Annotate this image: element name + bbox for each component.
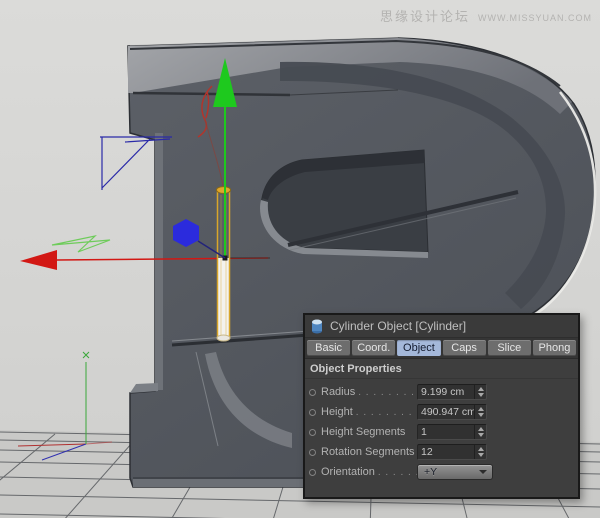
value-text: 9.199 cm — [418, 385, 474, 399]
keyframe-dot-icon[interactable] — [309, 389, 316, 396]
property-label: Radius — [321, 386, 355, 398]
dropdown-value: +Y — [418, 466, 443, 478]
watermark-url: WWW.MISSYUAN.COM — [478, 13, 592, 23]
panel-tabs: BasicCoord.ObjectCapsSlicePhong — [305, 338, 578, 359]
stepper-up-icon[interactable] — [478, 387, 484, 391]
value-text: 12 — [418, 445, 474, 459]
keyframe-dot-icon[interactable] — [309, 429, 316, 436]
tab-phong[interactable]: Phong — [533, 340, 576, 356]
stepper-up-icon[interactable] — [478, 407, 484, 411]
cylinder-body-upper[interactable] — [217, 190, 230, 258]
stepper-up-icon[interactable] — [478, 447, 484, 451]
cylinder-object[interactable] — [217, 187, 231, 341]
cylinder-icon — [311, 319, 323, 334]
watermark: 思缘设计论坛 WWW.MISSYUAN.COM — [380, 6, 592, 25]
rotation-segments-field[interactable]: 12 — [417, 444, 487, 460]
cylinder-body-lower[interactable] — [217, 258, 230, 338]
tab-slice[interactable]: Slice — [488, 340, 531, 356]
property-label: Orientation — [321, 466, 375, 478]
dot-leader: . . . . . . . . . . — [356, 407, 421, 418]
dot-leader: . . . . . . — [378, 467, 420, 478]
property-row: Rotation Segments 12 — [305, 442, 578, 462]
property-label: Height — [321, 406, 353, 418]
property-row: Height. . . . . . . . . . 490.947 cm — [305, 402, 578, 422]
property-rows: Radius. . . . . . . . . . 9.199 cm Heigh… — [305, 379, 578, 482]
chevron-down-icon[interactable] — [479, 470, 487, 474]
panel-title: Cylinder Object [Cylinder] — [330, 319, 466, 333]
stepper-arrows-icon[interactable] — [474, 405, 486, 419]
height-field[interactable]: 490.947 cm — [417, 404, 487, 420]
section-header: Object Properties — [305, 359, 578, 379]
keyframe-dot-icon[interactable] — [309, 469, 316, 476]
stepper-down-icon[interactable] — [478, 433, 484, 437]
property-row: Height Segments 1 — [305, 422, 578, 442]
stepper-up-icon[interactable] — [478, 427, 484, 431]
stepper-down-icon[interactable] — [478, 413, 484, 417]
tab-coord[interactable]: Coord. — [352, 340, 395, 356]
tab-object[interactable]: Object — [397, 340, 440, 356]
keyframe-dot-icon[interactable] — [309, 409, 316, 416]
tab-caps[interactable]: Caps — [443, 340, 486, 356]
value-text: 1 — [418, 425, 474, 439]
watermark-chinese: 思缘设计论坛 — [380, 6, 470, 25]
cylinder-top-cap[interactable] — [217, 187, 231, 194]
dot-leader: . . . . . . . . . . — [358, 387, 421, 398]
radius-field[interactable]: 9.199 cm — [417, 384, 487, 400]
property-row: Orientation. . . . . . +Y — [305, 462, 578, 482]
value-text: 490.947 cm — [418, 405, 474, 419]
orientation-dropdown[interactable]: +Y — [417, 464, 493, 480]
panel-titlebar[interactable]: Cylinder Object [Cylinder] — [305, 315, 578, 338]
cylinder-bottom-cap — [217, 335, 230, 341]
height-segments-field[interactable]: 1 — [417, 424, 487, 440]
stepper-arrows-icon[interactable] — [474, 445, 486, 459]
tab-basic[interactable]: Basic — [307, 340, 350, 356]
stepper-arrows-icon[interactable] — [474, 385, 486, 399]
stem-side-strip — [155, 133, 163, 390]
keyframe-dot-icon[interactable] — [309, 449, 316, 456]
property-row: Radius. . . . . . . . . . 9.199 cm — [305, 382, 578, 402]
property-label: Rotation Segments — [321, 446, 415, 458]
stepper-down-icon[interactable] — [478, 453, 484, 457]
property-label: Height Segments — [321, 426, 405, 438]
attribute-manager-panel: Cylinder Object [Cylinder] BasicCoord.Ob… — [303, 313, 580, 499]
stepper-arrows-icon[interactable] — [474, 425, 486, 439]
stepper-down-icon[interactable] — [478, 393, 484, 397]
